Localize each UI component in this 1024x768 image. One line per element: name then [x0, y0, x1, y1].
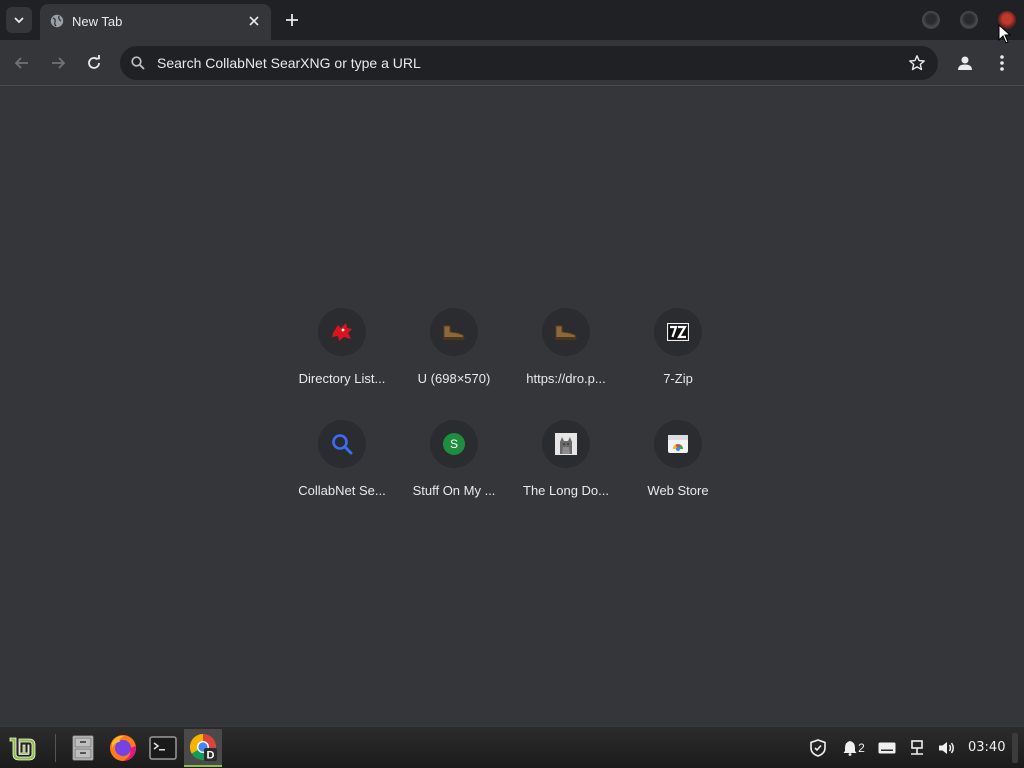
chrome-icon: D [189, 733, 217, 762]
shortcut-icon-circle [430, 308, 478, 356]
close-icon [249, 16, 259, 26]
letter-s-icon: S [443, 433, 465, 455]
shortcut-tile[interactable]: Web Store [622, 416, 734, 528]
arrow-right-icon [52, 57, 66, 69]
boot-icon [443, 325, 465, 340]
tray-volume[interactable] [936, 738, 958, 758]
tab-search-button[interactable] [6, 7, 32, 33]
terminal-icon [149, 736, 177, 760]
shortcut-tile[interactable]: 7-Zip [622, 304, 734, 416]
chevron-down-icon [14, 17, 24, 24]
network-icon [911, 740, 923, 755]
taskbar-clock[interactable]: 03:40 [968, 740, 1005, 755]
new-tab-button[interactable] [280, 8, 304, 32]
tray-shield[interactable] [808, 738, 828, 758]
more-vertical-icon [1000, 55, 1004, 71]
shortcut-tile[interactable]: U (698×570) [398, 304, 510, 416]
tab-strip: New Tab [0, 0, 1024, 40]
letter-s-text: S [450, 437, 458, 451]
shortcut-grid: Directory List... U (698×570) https://dr… [286, 304, 738, 528]
taskbar: D 2 03:40 [0, 726, 1024, 768]
notification-bell-icon [843, 741, 857, 756]
shortcut-icon-circle [318, 308, 366, 356]
shortcut-icon-circle [654, 420, 702, 468]
notification-count: 2 [858, 741, 865, 755]
taskbar-terminal[interactable] [146, 731, 180, 765]
reload-button[interactable] [82, 51, 106, 75]
globe-icon [50, 14, 64, 28]
mint-menu-button[interactable] [8, 731, 40, 765]
tab-new-tab[interactable]: New Tab [40, 4, 271, 40]
back-button[interactable] [10, 51, 34, 75]
address-bar-placeholder: Search CollabNet SearXNG or type a URL [157, 55, 421, 71]
browser-menu-button[interactable] [990, 51, 1014, 75]
shortcut-icon-circle [542, 308, 590, 356]
shortcut-tile[interactable]: https://dro.p... [510, 304, 622, 416]
forward-button[interactable] [46, 51, 70, 75]
maximize-button[interactable] [960, 11, 978, 29]
plus-icon [286, 14, 298, 26]
shield-icon [810, 739, 826, 757]
file-cabinet-icon [72, 735, 94, 761]
taskbar-firefox[interactable] [106, 731, 140, 765]
taskbar-files[interactable] [66, 731, 100, 765]
shortcut-label: CollabNet Se... [298, 483, 386, 498]
shortcut-icon-circle [654, 308, 702, 356]
star-icon[interactable] [908, 54, 926, 72]
shortcut-label: The Long Do... [523, 483, 609, 498]
shortcut-label: U (698×570) [417, 371, 491, 386]
shortcut-icon-circle [318, 420, 366, 468]
search-icon [131, 56, 145, 70]
toolbar: Search CollabNet SearXNG or type a URL [0, 40, 1024, 86]
linux-mint-logo-icon [9, 737, 36, 761]
tray-network[interactable] [907, 738, 927, 758]
magnifier-icon [332, 434, 353, 455]
tray-notifications[interactable]: 2 [840, 738, 868, 758]
keyboard-icon [878, 742, 896, 754]
address-bar[interactable]: Search CollabNet SearXNG or type a URL [120, 46, 938, 80]
boot-icon [555, 325, 577, 340]
person-icon [958, 56, 972, 70]
reload-icon [88, 55, 100, 69]
shortcut-icon-circle: S [430, 420, 478, 468]
cat-photo-icon [555, 433, 577, 455]
web-store-icon [668, 435, 688, 453]
taskbar-separator [55, 734, 56, 762]
minimize-button[interactable] [922, 11, 940, 29]
svg-text:D: D [207, 750, 215, 762]
shortcut-icon-circle [542, 420, 590, 468]
7zip-icon [667, 323, 689, 341]
shortcut-label: Web Store [647, 483, 709, 498]
shortcut-tile[interactable]: Directory List... [286, 304, 398, 416]
tab-close-button[interactable] [245, 12, 263, 30]
shortcut-label: Stuff On My ... [412, 483, 496, 498]
shortcut-tile[interactable]: CollabNet Se... [286, 416, 398, 528]
taskbar-chrome[interactable]: D [184, 729, 222, 767]
shortcut-tile[interactable]: The Long Do... [510, 416, 622, 528]
firefox-icon [110, 735, 136, 761]
volume-icon [939, 742, 954, 754]
arrow-left-icon [14, 57, 28, 69]
show-desktop-button[interactable] [1012, 733, 1018, 763]
shortcut-tile[interactable]: S Stuff On My ... [398, 416, 510, 528]
shortcut-label: https://dro.p... [526, 371, 606, 386]
mouse-cursor-icon [998, 24, 1012, 44]
red-creature-icon [332, 323, 352, 341]
shortcut-label: Directory List... [298, 371, 386, 386]
tray-keyboard[interactable] [877, 738, 897, 758]
shortcut-label: 7-Zip [663, 371, 693, 386]
tab-title: New Tab [72, 14, 123, 29]
profile-button[interactable] [953, 51, 977, 75]
